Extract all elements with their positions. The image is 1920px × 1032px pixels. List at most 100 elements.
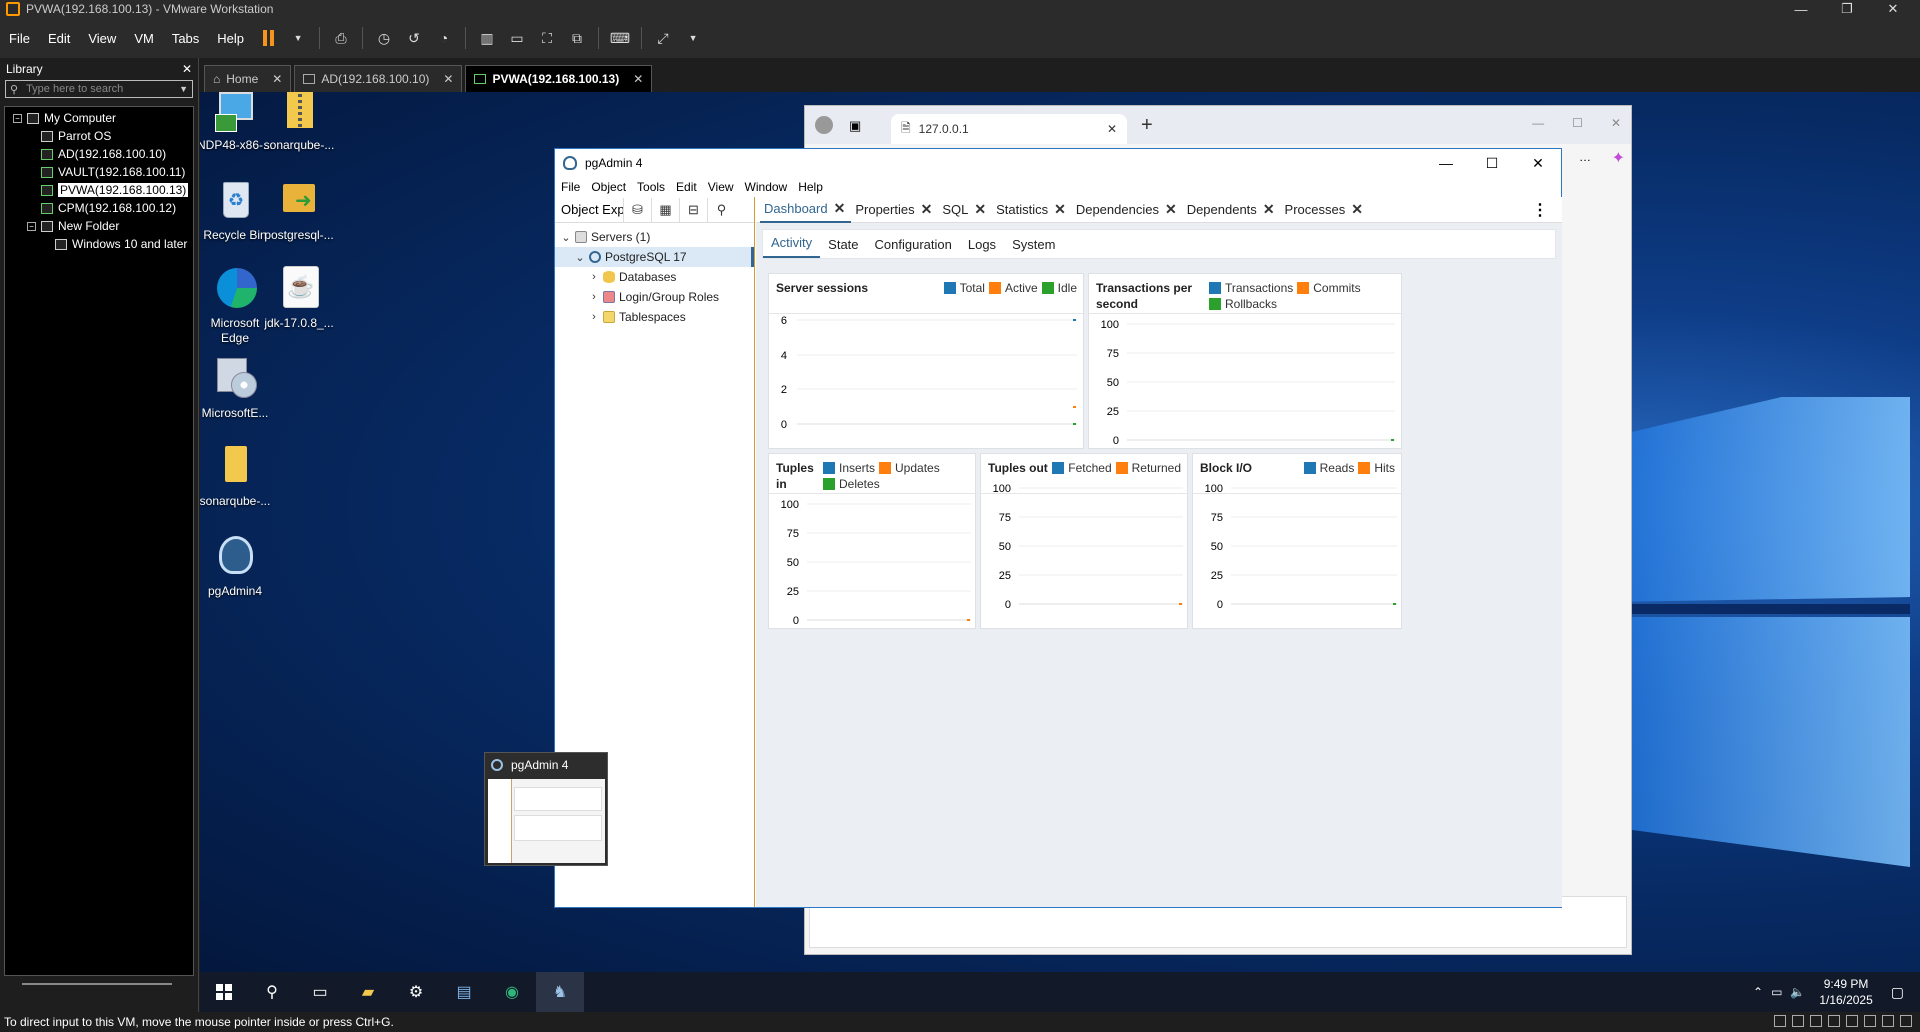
library-node-my-computer[interactable]: − My Computer [5, 109, 193, 127]
subtab-logs[interactable]: Logs [960, 237, 1004, 258]
more-menu-icon[interactable]: … [1579, 150, 1591, 164]
subtab-activity[interactable]: Activity [763, 235, 821, 258]
library-scrollbar[interactable] [22, 983, 172, 985]
volume-muted-icon[interactable]: 🔈 [1790, 985, 1805, 999]
minimize-icon[interactable]: — [1532, 116, 1544, 130]
browser-tab[interactable]: 🗎 127.0.0.1 ✕ [891, 114, 1127, 144]
more-options-icon[interactable]: ⋮ [1532, 200, 1548, 220]
close-tab-icon[interactable]: ✕ [834, 200, 846, 217]
desktop-icon-postgresql[interactable]: ➜ postgresql-... [260, 176, 338, 243]
tab-sql[interactable]: SQL ✕ [938, 197, 992, 223]
close-tab-icon[interactable]: ✕ [974, 201, 986, 218]
close-tab-icon[interactable]: ✕ [633, 72, 643, 86]
tab-dashboard[interactable]: Dashboard ✕ [760, 197, 852, 223]
menu-tools[interactable]: Tools [637, 180, 665, 194]
power-dropdown-icon[interactable]: ▼ [286, 26, 310, 50]
legend-item[interactable]: Hits [1358, 460, 1395, 476]
tab-vm-active[interactable]: PVWA(192.168.100.13) ✕ [465, 65, 653, 92]
pgadmin-taskbar-button[interactable]: ♞ [536, 972, 584, 1012]
tree-node-login-roles[interactable]: › Login/Group Roles [555, 287, 754, 307]
close-tab-icon[interactable]: ✕ [1107, 122, 1117, 136]
menu-help[interactable]: Help [208, 31, 253, 46]
close-tab-icon[interactable]: ✕ [1054, 201, 1066, 218]
settings-button[interactable]: ⚙ [392, 972, 440, 1012]
library-close-icon[interactable]: ✕ [182, 62, 192, 76]
view-data-icon[interactable]: ▦ [651, 197, 679, 222]
close-tab-icon[interactable]: ✕ [1165, 201, 1177, 218]
library-node-vm-selected[interactable]: PVWA(192.168.100.13) [5, 181, 193, 199]
query-tool-icon[interactable]: ⛁ [623, 197, 651, 222]
tab-dependencies[interactable]: Dependencies ✕ [1072, 197, 1183, 223]
message-icon[interactable] [1900, 1015, 1912, 1027]
pgadmin-window[interactable]: pgAdmin 4 — ☐ ✕ File Object Tools Edit V… [554, 148, 1562, 908]
maximize-icon[interactable]: ☐ [1469, 149, 1515, 177]
chevron-up-icon[interactable]: ⌃ [1753, 985, 1763, 999]
library-node-vm[interactable]: AD(192.168.100.10) [5, 145, 193, 163]
legend-item[interactable]: Active [988, 280, 1038, 296]
desktop-icon-pgadmin[interactable]: pgAdmin4 [200, 532, 274, 599]
search-taskbar-button[interactable]: ⚲ [248, 972, 296, 1012]
desktop-icon-zip[interactable]: sonarqube-... [260, 92, 338, 153]
legend-item[interactable]: Rollbacks [1209, 296, 1277, 312]
close-tab-icon[interactable]: ✕ [443, 72, 453, 86]
menu-view[interactable]: View [79, 31, 125, 46]
send-ctrl-alt-del-icon[interactable]: ⎙ [329, 26, 353, 50]
maximize-icon[interactable]: ☐ [1572, 116, 1583, 130]
tab-home[interactable]: ⌂ Home ✕ [204, 65, 292, 92]
legend-item[interactable]: Reads [1303, 460, 1354, 476]
chevron-down-icon[interactable]: ⌄ [573, 251, 587, 264]
close-tab-icon[interactable]: ✕ [921, 201, 933, 218]
menu-edit[interactable]: Edit [39, 31, 79, 46]
menu-window[interactable]: Window [745, 180, 788, 194]
network-adapter-icon[interactable] [1810, 1015, 1822, 1027]
search-objects-icon[interactable]: ⚲ [707, 197, 735, 222]
tab-properties[interactable]: Properties ✕ [851, 197, 938, 223]
library-search-input[interactable]: ⚲ Type here to search ▼ [5, 80, 193, 98]
close-icon[interactable]: ✕ [1611, 116, 1621, 130]
library-node-vm[interactable]: Parrot OS [5, 127, 193, 145]
console-view-icon[interactable]: ⌨ [608, 26, 632, 50]
restore-icon[interactable]: ❐ [1824, 1, 1870, 17]
filter-rows-icon[interactable]: ⊟ [679, 197, 707, 222]
library-node-folder[interactable]: − New Folder [5, 217, 193, 235]
library-node-vm[interactable]: Windows 10 and later [5, 235, 193, 253]
chevron-right-icon[interactable]: › [587, 271, 601, 283]
menu-help[interactable]: Help [798, 180, 823, 194]
hdd-icon[interactable] [1774, 1015, 1786, 1027]
chevron-right-icon[interactable]: › [587, 291, 601, 303]
notification-icon[interactable]: ▢ [1891, 984, 1904, 1001]
full-screen-icon[interactable]: ⛶ [535, 26, 559, 50]
guest-desktop[interactable]: NDP48-x86-... sonarqube-... ♻ Recycle Bi… [200, 92, 1920, 1012]
legend-item[interactable]: Commits [1297, 280, 1361, 296]
network-icon[interactable]: ▭ [1771, 985, 1782, 999]
tab-vm[interactable]: AD(192.168.100.10) ✕ [294, 65, 463, 92]
legend-item[interactable]: Inserts [823, 460, 875, 476]
cdrom-icon[interactable] [1792, 1015, 1804, 1027]
minimize-icon[interactable]: — [1423, 149, 1469, 177]
sound-icon[interactable] [1846, 1015, 1858, 1027]
collapse-icon[interactable]: − [13, 113, 22, 123]
menu-view[interactable]: View [708, 180, 734, 194]
tab-actions-icon[interactable]: ▣ [849, 118, 861, 134]
desktop-icon-setup[interactable]: MicrosoftE... [200, 354, 274, 421]
clock[interactable]: 9:49 PM 1/16/2025 [1819, 976, 1872, 1008]
menu-object[interactable]: Object [591, 180, 626, 194]
menu-file[interactable]: File [0, 31, 39, 46]
server-manager-button[interactable]: ▤ [440, 972, 488, 1012]
menu-tabs[interactable]: Tabs [163, 31, 208, 46]
start-button[interactable] [200, 972, 248, 1012]
legend-item[interactable]: Deletes [823, 476, 880, 492]
minimize-icon[interactable]: — [1778, 2, 1824, 17]
snapshot-icon[interactable]: ◷ [372, 26, 396, 50]
library-toggle-icon[interactable]: ▥ [475, 26, 499, 50]
menu-edit[interactable]: Edit [676, 180, 697, 194]
usb-icon[interactable] [1828, 1015, 1840, 1027]
legend-item[interactable]: Updates [879, 460, 940, 476]
unity-icon[interactable]: ⧉ [565, 26, 589, 50]
close-icon[interactable]: ✕ [1515, 149, 1561, 177]
tab-dependents[interactable]: Dependents ✕ [1183, 197, 1281, 223]
revert-snapshot-icon[interactable]: ↺ [402, 26, 426, 50]
tab-processes[interactable]: Processes ✕ [1281, 197, 1369, 223]
close-tab-icon[interactable]: ✕ [272, 72, 282, 86]
thumbnail-bar-icon[interactable]: ▭ [505, 26, 529, 50]
